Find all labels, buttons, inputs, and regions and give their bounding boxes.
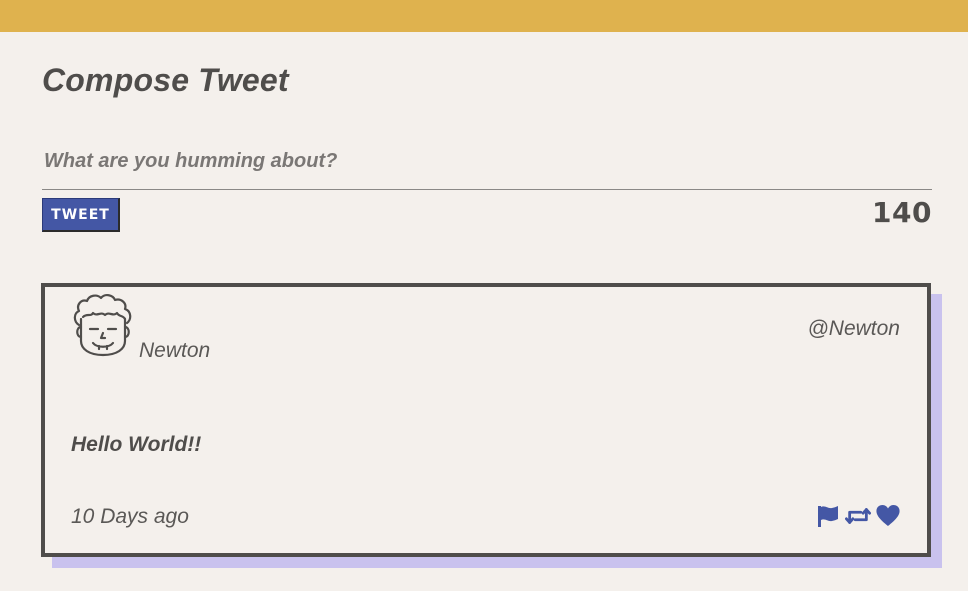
compose-title: Compose Tweet	[42, 62, 289, 98]
top-bar	[0, 0, 968, 32]
tweet-actions	[815, 504, 901, 528]
retweet-icon[interactable]	[845, 504, 871, 528]
tweet-handle[interactable]: @Newton	[807, 317, 900, 341]
avatar	[71, 293, 135, 359]
cartoon-face-avatar-icon	[73, 294, 132, 357]
tweet-display-name: Newton	[139, 339, 211, 362]
heart-icon[interactable]	[875, 504, 901, 528]
tweet-timestamp: 10 Days ago	[71, 505, 189, 528]
compose-section: Compose Tweet TWEET 140	[42, 62, 932, 232]
flag-icon[interactable]	[815, 504, 841, 528]
tweet-input[interactable]	[42, 134, 932, 190]
character-count: 140	[872, 196, 932, 229]
tweet-card: Newton @Newton Hello World!! 10 Days ago	[41, 283, 931, 557]
tweet-text: Hello World!!	[71, 433, 202, 456]
tweet-button[interactable]: TWEET	[42, 198, 120, 232]
